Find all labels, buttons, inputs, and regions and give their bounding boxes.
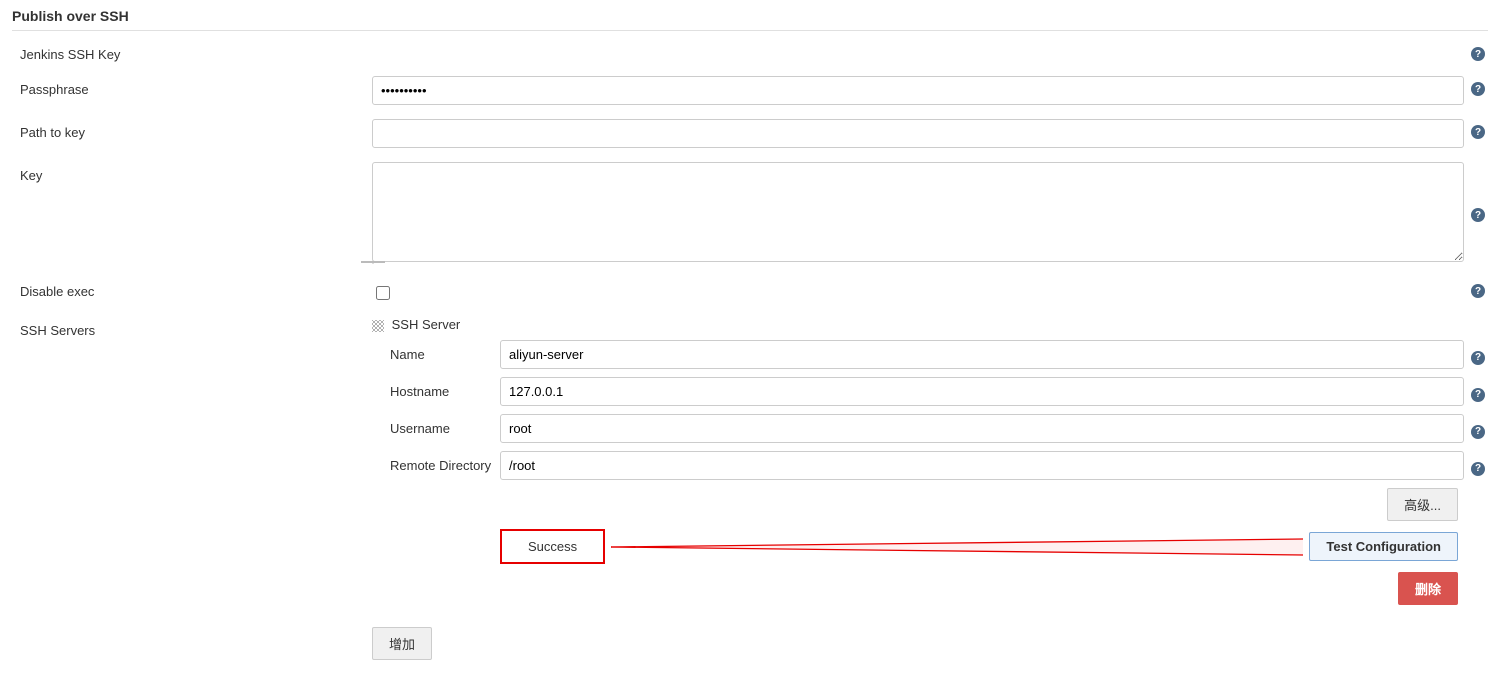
help-icon[interactable]: ? <box>1471 351 1485 365</box>
test-configuration-button[interactable]: Test Configuration <box>1309 532 1458 561</box>
label-server-remote-dir: Remote Directory <box>390 458 500 473</box>
help-icon[interactable]: ? <box>1471 388 1485 402</box>
drag-handle-icon[interactable] <box>372 320 384 332</box>
label-server-username: Username <box>390 421 500 436</box>
server-hostname-input[interactable] <box>500 377 1464 406</box>
label-jenkins-key: Jenkins SSH Key <box>12 41 372 62</box>
delete-button[interactable]: 删除 <box>1398 572 1458 605</box>
label-server-hostname: Hostname <box>390 384 500 399</box>
resize-handle[interactable] <box>372 260 374 264</box>
label-server-name: Name <box>390 347 500 362</box>
label-path-to-key: Path to key <box>12 119 372 140</box>
advanced-button[interactable]: 高级... <box>1387 488 1458 521</box>
key-textarea[interactable] <box>372 162 1464 262</box>
help-icon[interactable]: ? <box>1471 208 1485 222</box>
server-username-input[interactable] <box>500 414 1464 443</box>
arrow-annotation <box>611 535 1303 559</box>
label-key: Key <box>12 162 372 183</box>
section-title: Publish over SSH <box>12 8 1488 31</box>
passphrase-input[interactable] <box>372 76 1464 105</box>
label-passphrase: Passphrase <box>12 76 372 97</box>
help-icon[interactable]: ? <box>1471 47 1485 61</box>
test-result-success: Success <box>500 529 605 564</box>
help-icon[interactable]: ? <box>1471 82 1485 96</box>
help-icon[interactable]: ? <box>1471 284 1485 298</box>
ssh-server-header: SSH Server <box>392 317 461 332</box>
add-button[interactable]: 增加 <box>372 627 432 660</box>
server-name-input[interactable] <box>500 340 1464 369</box>
server-remote-dir-input[interactable] <box>500 451 1464 480</box>
help-icon[interactable]: ? <box>1471 125 1485 139</box>
disable-exec-checkbox[interactable] <box>376 286 390 300</box>
label-disable-exec: Disable exec <box>12 278 372 299</box>
label-ssh-servers: SSH Servers <box>12 317 372 338</box>
path-to-key-input[interactable] <box>372 119 1464 148</box>
help-icon[interactable]: ? <box>1471 425 1485 439</box>
help-icon[interactable]: ? <box>1471 462 1485 476</box>
